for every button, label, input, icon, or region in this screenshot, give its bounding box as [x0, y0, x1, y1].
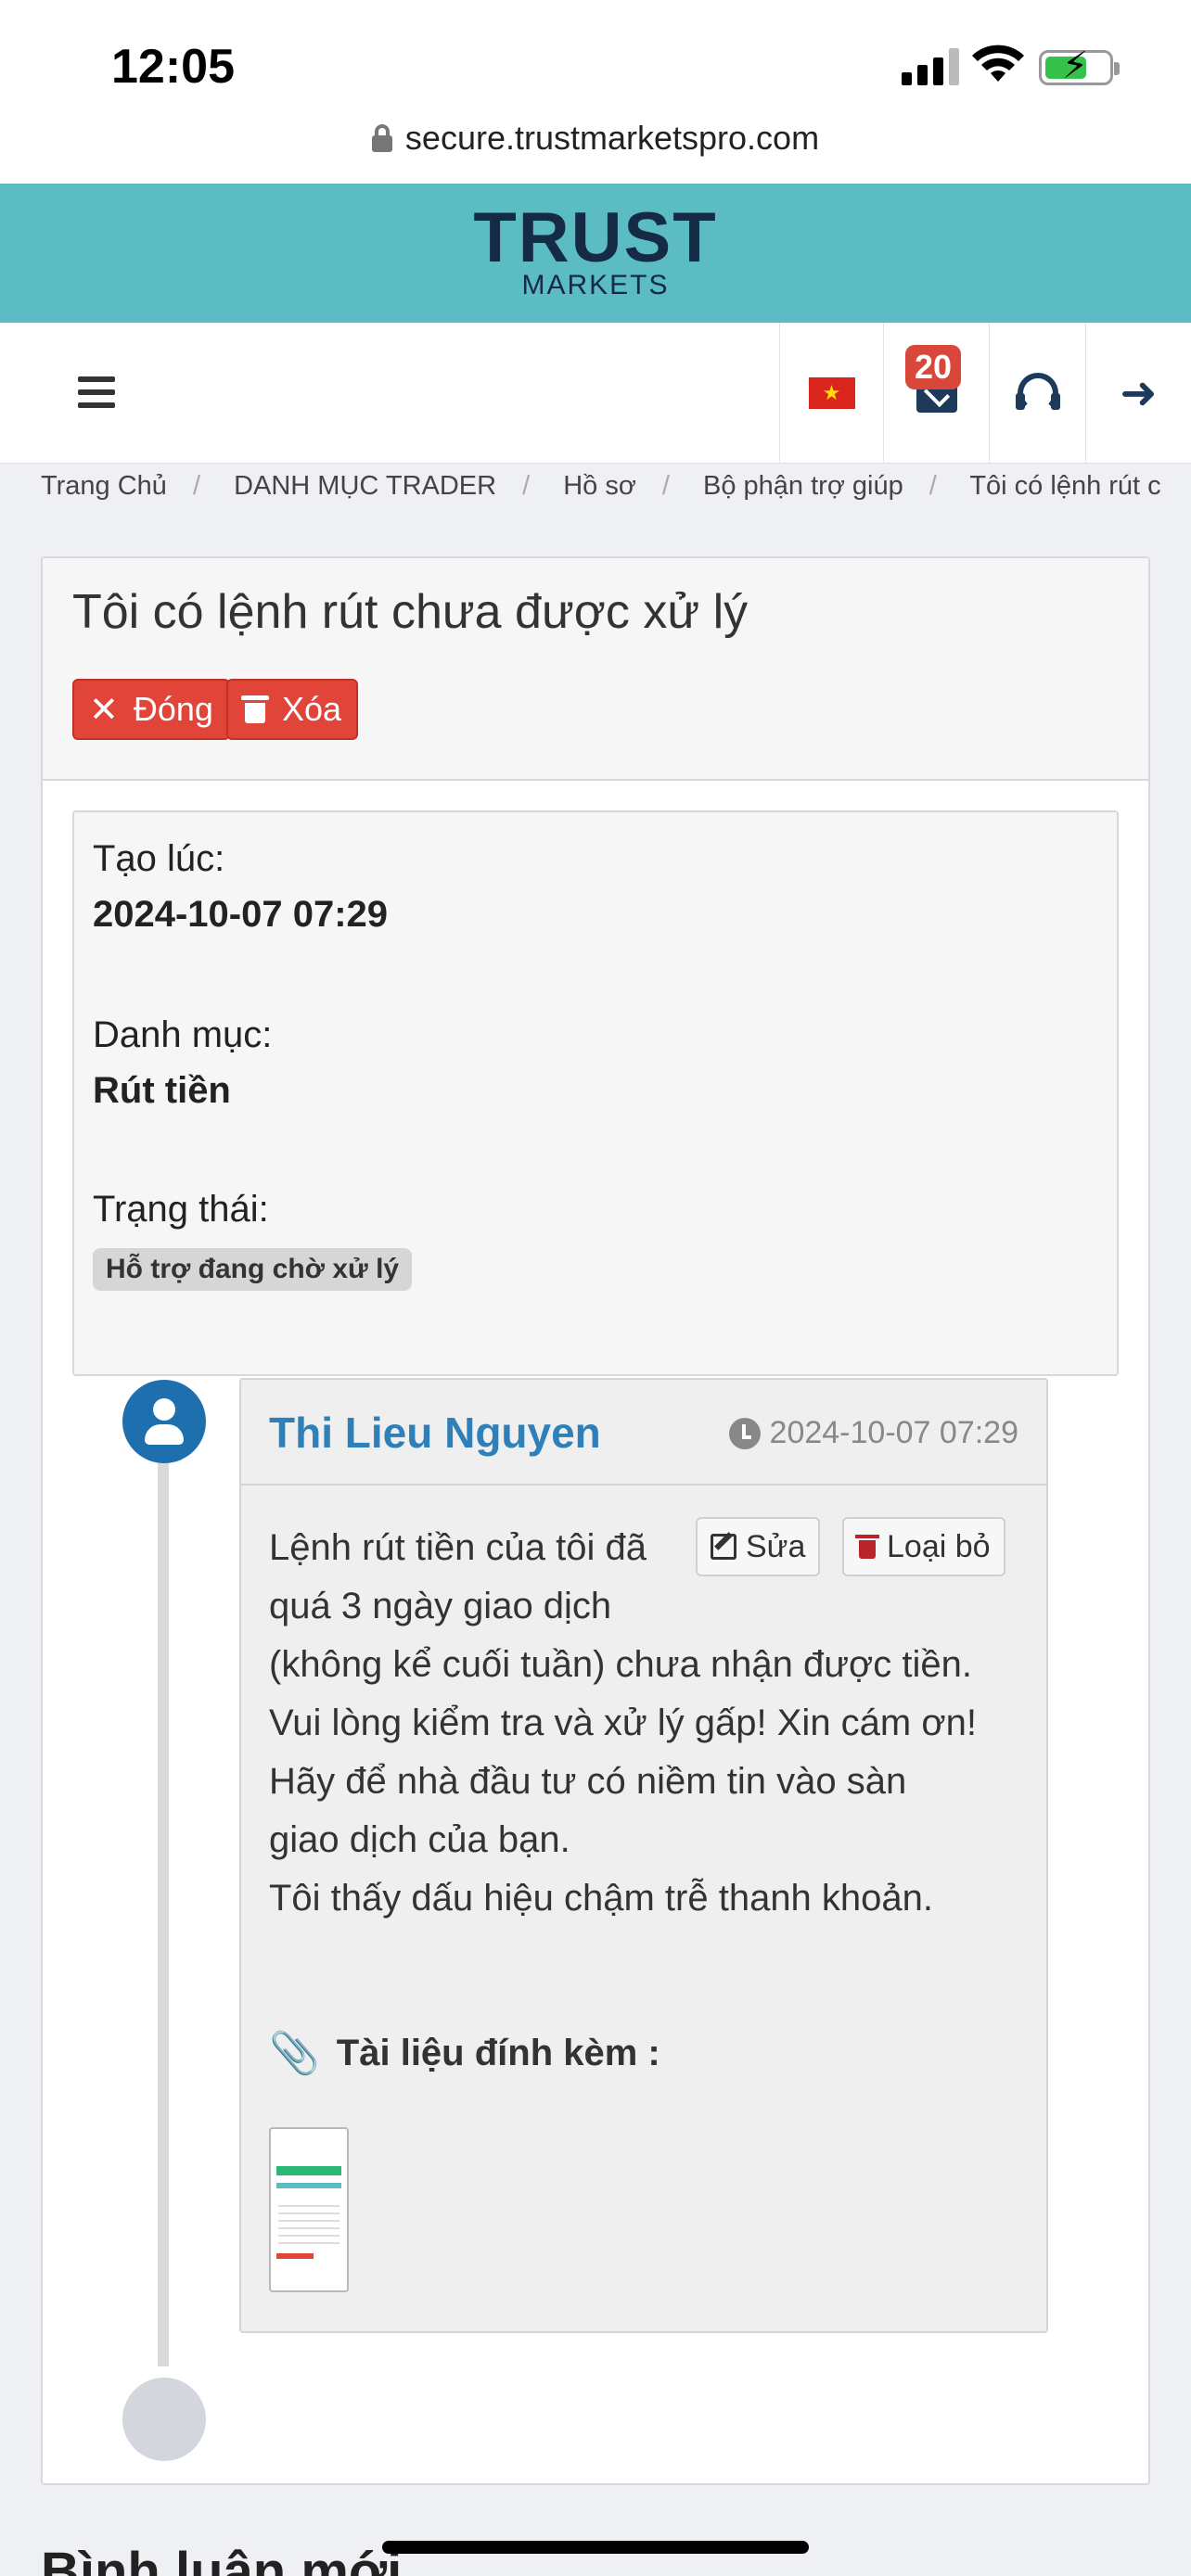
message-line: (không kể cuối tuần) chưa nhận được tiền… [269, 1644, 973, 1685]
timeline-line [158, 1421, 169, 2366]
logo-text[interactable]: TRUST [0, 203, 1191, 274]
ticket-info-panel: Tạo lúc: 2024-10-07 07:29 Danh mục: Rút … [72, 810, 1119, 1376]
message-line: Hãy để nhà đầu tư có niềm tin vào sàn [269, 1761, 907, 1802]
created-value: 2024-10-07 07:29 [93, 894, 389, 935]
breadcrumb-support[interactable]: Bộ phận trợ giúp [703, 471, 903, 501]
created-label: Tạo lúc: [93, 838, 225, 879]
menu-icon[interactable] [78, 376, 115, 408]
message-line: Tôi thấy dấu hiệu chậm trễ thanh khoản. [269, 1878, 934, 1919]
status-time: 12:05 [111, 40, 235, 94]
wifi-icon [972, 45, 1024, 82]
breadcrumb: Trang Chủ / DANH MỤC TRADER / Hồ sơ / Bộ ph… [41, 471, 1161, 501]
user-avatar-icon [122, 1380, 206, 1463]
ticket-title: Tôi có lệnh rút chưa được xử lý [72, 585, 749, 639]
close-icon: ✕ [89, 690, 119, 730]
close-ticket-button[interactable]: ✕ Đóng [72, 679, 230, 740]
status-bar: 12:05 ⚡ [0, 0, 1191, 111]
message-time-text: 2024-10-07 07:29 [769, 1415, 1018, 1450]
home-indicator[interactable] [382, 2541, 809, 2554]
headset-icon [1015, 373, 1060, 414]
delete-ticket-label: Xóa [282, 690, 342, 728]
message-line: Vui lòng kiểm tra và xử lý gấp! Xin cám … [269, 1702, 977, 1743]
ticket-card: Tôi có lệnh rút chưa được xử lý ✕ Đóng X… [41, 556, 1150, 2485]
notification-badge: 20 [905, 345, 962, 389]
breadcrumb-home[interactable]: Trang Chủ [41, 471, 167, 501]
message-line: Lệnh rút tiền của tôi đã [269, 1527, 647, 1568]
timeline-end-dot [122, 2378, 206, 2461]
message-header: Thi Lieu Nguyen 2024-10-07 07:29 [241, 1380, 1046, 1486]
brand-header: TRUST MARKETS [0, 184, 1191, 323]
lock-icon [371, 124, 392, 152]
messages-button[interactable] [883, 323, 989, 464]
logout-icon: ➜ [1120, 369, 1158, 418]
message-body: Lệnh rút tiền của tôi đã quá 3 ngày giao… [269, 1519, 1030, 1928]
new-comments-heading: Bình luận mới [41, 2542, 403, 2576]
message-author[interactable]: Thi Lieu Nguyen [269, 1408, 601, 1458]
paperclip-icon: 📎 [269, 2031, 320, 2076]
breadcrumb-profile[interactable]: Hồ sơ [563, 471, 636, 501]
category-label: Danh mục: [93, 1014, 273, 1055]
logout-button[interactable]: ➜ [1085, 323, 1191, 464]
breadcrumb-current: Tôi có lệnh rút c [969, 471, 1161, 501]
message-line: giao dịch của bạn. [269, 1819, 570, 1860]
top-navbar: ★ 20 ➜ [0, 323, 1191, 464]
ticket-header: Tôi có lệnh rút chưa được xử lý ✕ Đóng X… [43, 558, 1148, 781]
vietnam-flag-icon: ★ [808, 377, 855, 409]
message-card: Thi Lieu Nguyen 2024-10-07 07:29 Sửa Loạ… [239, 1378, 1048, 2333]
category-value: Rút tiền [93, 1070, 231, 1111]
support-button[interactable] [989, 323, 1085, 464]
attachments-heading: 📎 Tài liệu đính kèm : [269, 2029, 660, 2077]
battery-charging-icon: ⚡ [1039, 47, 1120, 85]
trash-icon [241, 695, 269, 723]
attachment-thumbnail[interactable] [269, 2127, 349, 2292]
cellular-signal-icon [902, 48, 959, 85]
message-timestamp: 2024-10-07 07:29 [728, 1415, 1018, 1451]
clock-icon [728, 1417, 761, 1449]
delete-ticket-button[interactable]: Xóa [226, 679, 359, 740]
status-badge: Hỗ trợ đang chờ xử lý [93, 1248, 413, 1291]
address-bar[interactable]: secure.trustmarketspro.com [0, 111, 1191, 184]
url-text: secure.trustmarketspro.com [404, 119, 820, 157]
close-ticket-label: Đóng [133, 690, 213, 728]
status-label: Trạng thái: [93, 1189, 269, 1230]
breadcrumb-trader[interactable]: DANH MỤC TRADER [234, 471, 496, 501]
logo-subtext: MARKETS [521, 270, 670, 300]
attachments-label: Tài liệu đính kèm : [336, 2032, 660, 2073]
message-line: quá 3 ngày giao dịch [269, 1586, 612, 1626]
language-selector[interactable]: ★ [779, 323, 883, 464]
